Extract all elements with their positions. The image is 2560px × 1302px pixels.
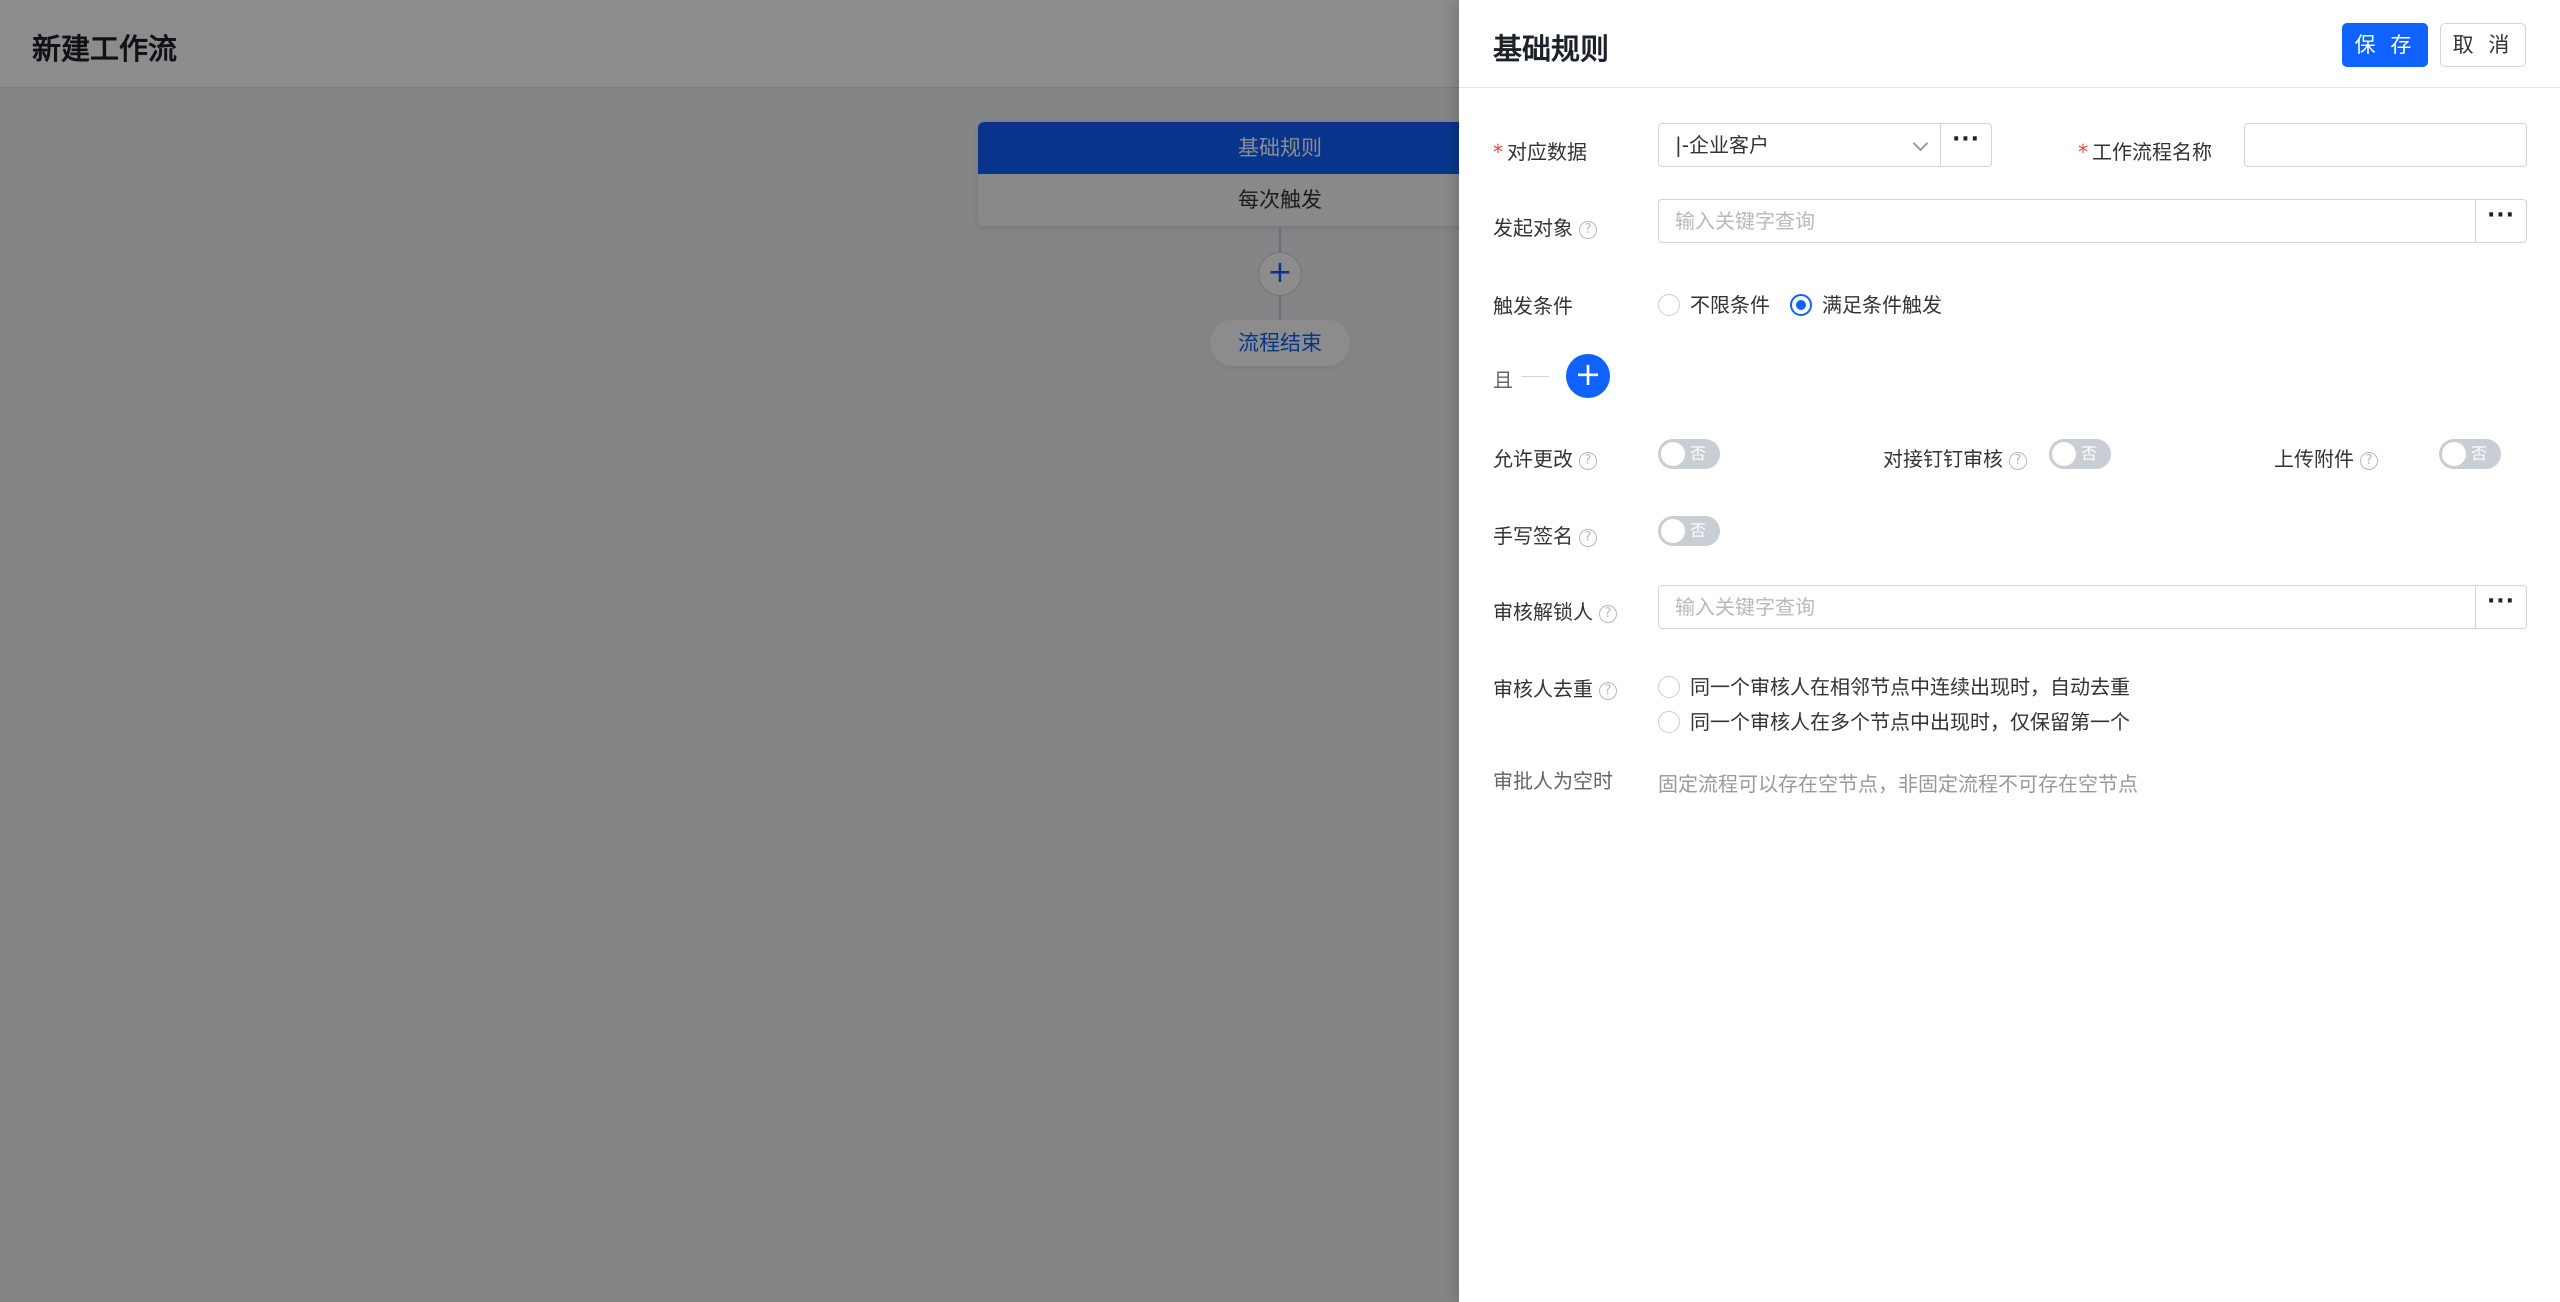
signature-switch[interactable]: 否 [1658, 516, 1720, 546]
drawer-header: 基础规则 保 存 取 消 [1459, 0, 2560, 88]
data-more-button[interactable]: ··· [1940, 123, 1992, 167]
upload-label: 上传附件? [2274, 443, 2378, 472]
trigger-option-unlimited[interactable]: 不限条件 [1658, 289, 1770, 318]
question-circle-icon[interactable]: ? [1599, 682, 1617, 700]
radio-icon [1658, 294, 1680, 316]
trigger-option-conditional[interactable]: 满足条件触发 [1790, 289, 1942, 318]
unlocker-more-button[interactable]: ··· [2475, 585, 2527, 629]
data-select[interactable]: |-企业客户 [1658, 123, 1941, 167]
data-select-value: |-企业客户 [1675, 133, 1769, 157]
and-label: 且 [1493, 368, 1513, 392]
upload-switch[interactable]: 否 [2439, 439, 2501, 469]
switch-knob [2052, 442, 2076, 466]
dedupe-option-adjacent[interactable]: 同一个审核人在相邻节点中连续出现时，自动去重 [1658, 671, 2130, 700]
dedupe-option-first[interactable]: 同一个审核人在多个节点中出现时，仅保留第一个 [1658, 706, 2130, 735]
allow-modify-label: 允许更改? [1493, 443, 1597, 472]
required-mark: * [1493, 140, 1503, 164]
basic-rules-drawer: 基础规则 保 存 取 消 * 对应数据 |-企业客户 ··· * 工作流程名称 发起… [1459, 0, 2560, 1302]
radio-checked-icon [1790, 294, 1812, 316]
initiator-label: 发起对象? [1493, 212, 1597, 241]
allow-modify-switch[interactable]: 否 [1658, 439, 1720, 469]
question-circle-icon[interactable]: ? [1579, 221, 1597, 239]
question-circle-icon[interactable]: ? [2009, 452, 2027, 470]
cancel-button[interactable]: 取 消 [2440, 23, 2526, 67]
workflow-name-input[interactable] [2244, 123, 2527, 167]
save-button[interactable]: 保 存 [2342, 23, 2428, 67]
chevron-down-icon [1912, 135, 1929, 152]
drawer-title: 基础规则 [1493, 32, 1610, 66]
switch-knob [1661, 442, 1685, 466]
trigger-label: 触发条件 [1493, 294, 1573, 318]
plus-icon: + [1574, 355, 1602, 393]
data-label: * 对应数据 [1493, 140, 1587, 164]
question-circle-icon[interactable]: ? [1579, 529, 1597, 547]
question-circle-icon[interactable]: ? [1599, 605, 1617, 623]
question-circle-icon[interactable]: ? [1579, 452, 1597, 470]
required-mark: * [2078, 140, 2088, 164]
switch-knob [1661, 519, 1685, 543]
empty-approver-label: 审批人为空时 [1493, 769, 1613, 793]
workflow-name-label: * 工作流程名称 [2078, 140, 2212, 164]
dingtalk-label: 对接钉钉审核? [1883, 443, 2027, 472]
dingtalk-switch[interactable]: 否 [2049, 439, 2111, 469]
question-circle-icon[interactable]: ? [2360, 452, 2378, 470]
switch-knob [2442, 442, 2466, 466]
add-condition-button[interactable]: + [1566, 354, 1610, 398]
unlocker-label: 审核解锁人? [1493, 596, 1617, 625]
empty-approver-hint: 固定流程可以存在空节点，非固定流程不可存在空节点 [1658, 772, 2138, 796]
and-connector [1521, 376, 1549, 377]
checkbox-icon [1658, 676, 1680, 698]
initiator-search-input[interactable] [1658, 199, 2476, 243]
unlocker-search-input[interactable] [1658, 585, 2476, 629]
signature-label: 手写签名? [1493, 520, 1597, 549]
dedupe-label: 审核人去重? [1493, 673, 1617, 702]
initiator-more-button[interactable]: ··· [2475, 199, 2527, 243]
checkbox-icon [1658, 711, 1680, 733]
